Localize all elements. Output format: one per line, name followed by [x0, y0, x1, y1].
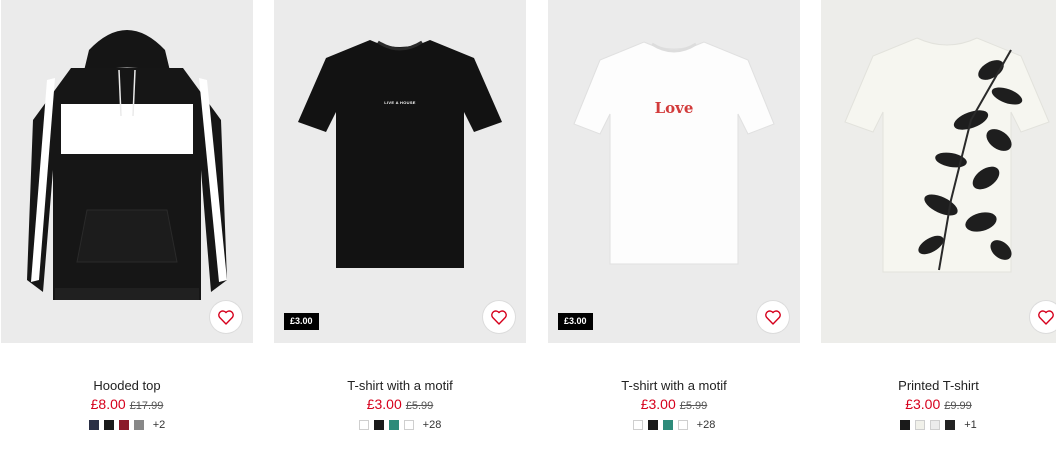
favorite-button[interactable] — [483, 301, 515, 333]
color-swatch[interactable] — [900, 420, 911, 430]
product-prices: £8.00 £17.99 — [1, 395, 253, 415]
original-price: £9.99 — [944, 400, 972, 412]
original-price: £5.99 — [679, 400, 708, 412]
product-image[interactable]: Love £3.00 — [548, 0, 800, 343]
heart-outline-icon — [491, 309, 507, 325]
product-name[interactable]: Printed T-shirt — [821, 378, 1056, 394]
product-info: Hooded top £8.00 £17.99 +2 — [1, 378, 253, 431]
heart-outline-icon — [765, 309, 781, 325]
favorite-button[interactable] — [210, 301, 242, 333]
product-image[interactable] — [821, 0, 1056, 343]
product-card[interactable]: Love £3.00 T-shirt with a motif £3.00 £5.… — [548, 0, 800, 431]
color-swatch[interactable] — [388, 420, 399, 430]
favorite-button[interactable] — [757, 301, 789, 333]
color-swatch[interactable] — [677, 420, 688, 430]
color-swatches: +28 — [548, 419, 800, 431]
more-colors-count[interactable]: +28 — [697, 419, 716, 431]
sale-price: £3.00 — [640, 396, 676, 412]
product-card[interactable]: Printed T-shirt £3.00 £9.99 +1 — [821, 0, 1056, 431]
hoodie-image — [1, 0, 253, 343]
color-swatch[interactable] — [662, 420, 673, 430]
tshirt-image — [274, 0, 526, 343]
more-colors-count[interactable]: +28 — [423, 419, 442, 431]
product-info: T-shirt with a motif £3.00 £5.99 +28 — [548, 378, 800, 431]
product-info: Printed T-shirt £3.00 £9.99 +1 — [821, 378, 1056, 431]
color-swatch[interactable] — [88, 420, 99, 430]
promo-price-badge: £3.00 — [284, 313, 319, 330]
color-swatch[interactable] — [133, 420, 144, 430]
printed-tshirt-image — [821, 0, 1056, 343]
tshirt-graphic-text: Love — [654, 99, 694, 117]
heart-outline-icon — [1038, 309, 1054, 325]
color-swatches: +2 — [1, 419, 253, 431]
product-prices: £3.00 £5.99 — [548, 395, 800, 415]
color-swatch[interactable] — [632, 420, 643, 430]
color-swatch[interactable] — [915, 420, 926, 430]
sale-price: £8.00 — [90, 396, 126, 412]
color-swatch[interactable] — [403, 420, 414, 430]
color-swatch[interactable] — [103, 420, 114, 430]
product-image[interactable] — [1, 0, 253, 343]
tshirt-image — [548, 0, 800, 343]
sale-price: £3.00 — [366, 396, 402, 412]
favorite-button[interactable] — [1030, 301, 1056, 333]
promo-price-badge: £3.00 — [558, 313, 593, 330]
color-swatches: +28 — [274, 419, 526, 431]
product-name[interactable]: Hooded top — [1, 378, 253, 394]
original-price: £5.99 — [405, 400, 434, 412]
product-image[interactable]: LIVE A HOUSE £3.00 — [274, 0, 526, 343]
color-swatch[interactable] — [358, 420, 369, 430]
product-card[interactable]: LIVE A HOUSE £3.00 T-shirt with a motif … — [274, 0, 526, 431]
product-prices: £3.00 £5.99 — [274, 395, 526, 415]
product-name[interactable]: T-shirt with a motif — [274, 378, 526, 394]
product-card[interactable]: Hooded top £8.00 £17.99 +2 — [1, 0, 253, 431]
color-swatch[interactable] — [118, 420, 129, 430]
color-swatch[interactable] — [647, 420, 658, 430]
product-prices: £3.00 £9.99 — [821, 395, 1056, 415]
color-swatch[interactable] — [930, 420, 941, 430]
original-price: £17.99 — [129, 400, 164, 412]
product-name[interactable]: T-shirt with a motif — [548, 378, 800, 394]
color-swatch[interactable] — [945, 420, 956, 430]
product-info: T-shirt with a motif £3.00 £5.99 +28 — [274, 378, 526, 431]
sale-price: £3.00 — [905, 396, 941, 412]
color-swatch[interactable] — [373, 420, 384, 430]
heart-outline-icon — [218, 309, 234, 325]
more-colors-count[interactable]: +1 — [964, 419, 977, 431]
more-colors-count[interactable]: +2 — [153, 419, 166, 431]
color-swatches: +1 — [821, 419, 1056, 431]
tshirt-graphic-text: LIVE A HOUSE — [384, 100, 416, 105]
